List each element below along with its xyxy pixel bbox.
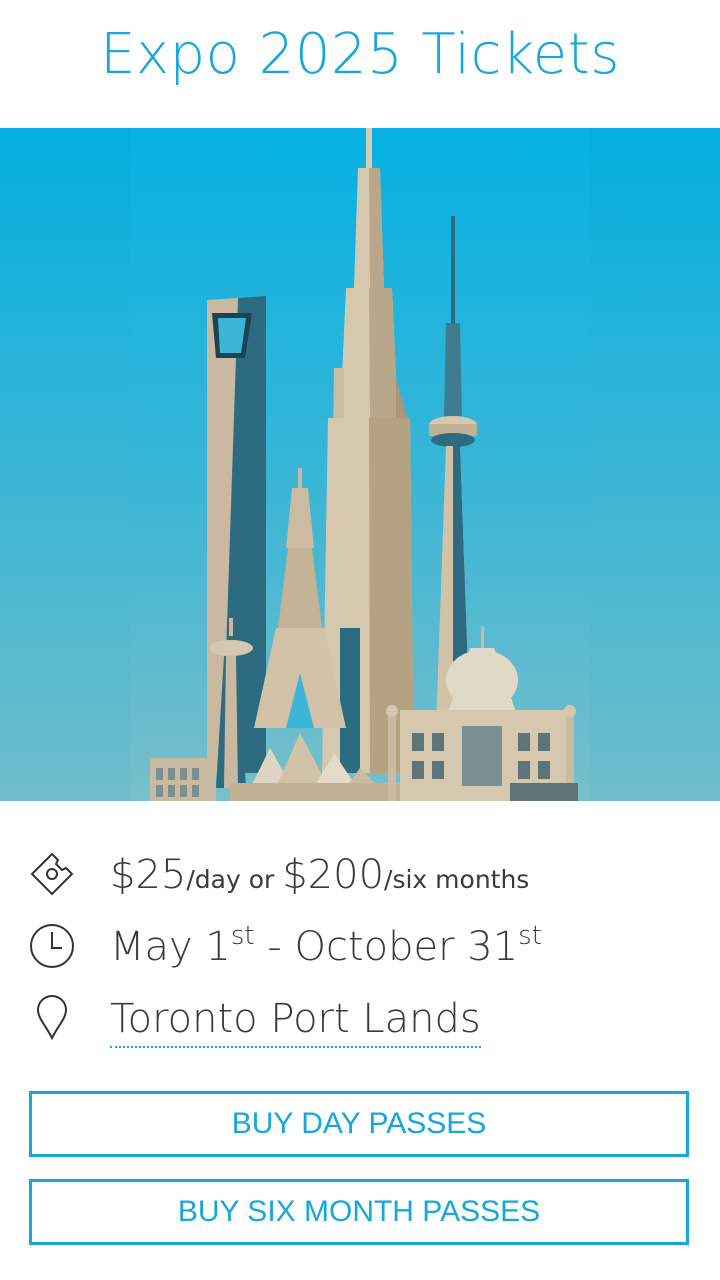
day-price: $25 <box>110 852 187 898</box>
end-date: - October 31 <box>254 924 519 970</box>
clock-icon <box>30 924 74 968</box>
price-text: $25/day or $200/six months <box>110 852 529 898</box>
landmarks-illustration <box>0 128 720 801</box>
six-month-unit: /six months <box>384 865 530 894</box>
location-row: Toronto Port Lands <box>0 992 720 1052</box>
location-text: Toronto Port Lands <box>110 996 481 1048</box>
dates-row: May 1st - October 31st <box>0 918 720 978</box>
buy-day-passes-button[interactable]: BUY DAY PASSES <box>29 1091 689 1157</box>
page-title: Expo 2025 Tickets <box>100 22 620 87</box>
start-suffix: st <box>230 921 255 951</box>
day-unit: /day or <box>186 865 283 894</box>
ticket-icon <box>30 852 74 896</box>
map-pin-icon <box>36 995 68 1041</box>
buy-six-month-passes-button[interactable]: BUY SIX MONTH PASSES <box>29 1179 689 1245</box>
six-month-price: $200 <box>282 852 385 898</box>
price-row: $25/day or $200/six months <box>0 848 720 908</box>
location-link[interactable]: Toronto Port Lands <box>110 996 481 1048</box>
dates-text: May 1st - October 31st <box>110 921 542 970</box>
end-suffix: st <box>518 921 542 951</box>
start-date: May 1 <box>110 924 231 970</box>
